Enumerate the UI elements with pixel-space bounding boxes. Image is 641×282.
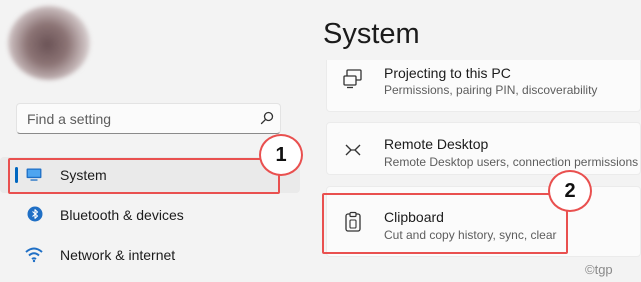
- card-title: Projecting to this PC: [384, 65, 511, 81]
- avatar[interactable]: [8, 6, 90, 80]
- search-box[interactable]: [16, 103, 281, 134]
- step-badge-2: 2: [548, 170, 592, 212]
- sidebar-item-network[interactable]: Network & internet: [0, 237, 300, 273]
- projecting-icon: [343, 69, 362, 89]
- sidebar-item-bluetooth[interactable]: Bluetooth & devices: [0, 197, 300, 233]
- search-icon[interactable]: [259, 110, 275, 126]
- step-badge-1: 1: [259, 134, 303, 176]
- card-subtitle: Remote Desktop users, connection permiss…: [384, 155, 639, 169]
- card-title: Remote Desktop: [384, 136, 489, 152]
- watermark: ©tgp: [585, 262, 613, 277]
- card-remote-desktop[interactable]: Remote Desktop Remote Desktop users, con…: [326, 122, 641, 175]
- remote-desktop-icon: [345, 144, 361, 156]
- sidebar-item-label: Bluetooth & devices: [60, 207, 184, 223]
- wifi-icon: [25, 247, 43, 263]
- search-input[interactable]: [27, 110, 247, 128]
- highlight-clipboard: [322, 193, 568, 254]
- bluetooth-icon: [27, 206, 43, 222]
- page-title: System: [323, 18, 420, 50]
- highlight-system: [8, 158, 280, 194]
- card-projecting[interactable]: Projecting to this PC Permissions, pairi…: [326, 60, 641, 112]
- card-subtitle: Permissions, pairing PIN, discoverabilit…: [384, 83, 598, 97]
- sidebar-item-label: Network & internet: [60, 247, 176, 263]
